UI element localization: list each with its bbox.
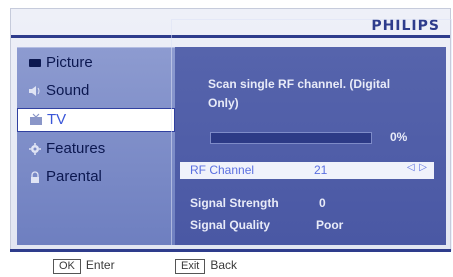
scan-description: Scan single RF channel. (Digital Only)	[208, 77, 391, 110]
exit-hint[interactable]: Exit Back	[175, 258, 237, 274]
picture-icon	[28, 56, 42, 70]
exit-hint-label: Back	[210, 258, 238, 272]
scan-progress-bar	[210, 132, 372, 144]
exit-key[interactable]: Exit	[175, 259, 206, 274]
menu-item-label: Features	[46, 140, 106, 157]
menu-item-label: Sound	[46, 82, 90, 99]
sound-icon	[28, 84, 42, 98]
bottom-divider	[10, 249, 451, 252]
ok-hint-label: Enter	[85, 258, 115, 272]
tv-icon	[29, 113, 43, 127]
rf-channel-value: 21	[314, 163, 328, 177]
menu-item-parental[interactable]: Parental	[17, 166, 175, 190]
left-right-arrows-icon[interactable]: ◁ ▷	[407, 162, 428, 173]
menu-item-label: Picture	[46, 54, 93, 71]
signal-strength-label: Signal Strength	[190, 196, 279, 210]
lock-icon	[28, 170, 42, 184]
rf-channel-label: RF Channel	[190, 163, 255, 177]
gear-icon	[28, 142, 42, 156]
menu-item-label: Parental	[46, 168, 102, 185]
scan-progress-percent: 0%	[390, 130, 408, 144]
signal-quality-value: Poor	[316, 218, 344, 232]
menu-item-tv[interactable]: TV	[17, 108, 175, 132]
signal-quality-label: Signal Quality	[190, 218, 271, 232]
main-menu: Picture Sound TV Features Parental	[17, 47, 175, 245]
menu-item-sound[interactable]: Sound	[17, 80, 175, 104]
ok-hint[interactable]: OK Enter	[53, 258, 115, 274]
signal-strength-value: 0	[319, 196, 326, 210]
menu-item-label: TV	[47, 111, 67, 128]
menu-item-picture[interactable]: Picture	[17, 52, 175, 76]
menu-item-features[interactable]: Features	[17, 138, 175, 162]
ok-key[interactable]: OK	[53, 259, 81, 274]
tv-screen: PHILIPS Picture Sound TV Features Parent…	[10, 8, 452, 252]
rf-channel-selector[interactable]: RF Channel 21 ◁ ▷	[180, 162, 434, 179]
